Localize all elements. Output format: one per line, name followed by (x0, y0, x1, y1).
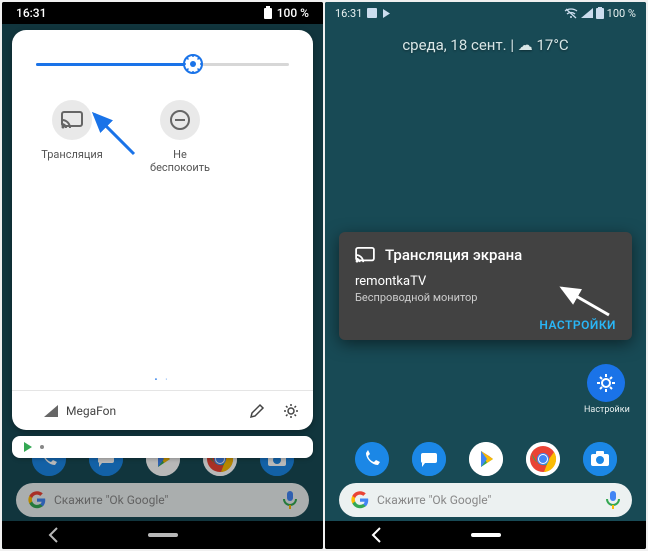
nav-back-icon[interactable] (45, 526, 63, 544)
home-settings-label: Настройки (584, 405, 630, 415)
play-store-small-icon (22, 441, 34, 453)
cast-settings-button[interactable]: НАСТРОЙКИ (539, 318, 616, 332)
status-bar: 16:31 100 % (2, 2, 323, 24)
app-phone[interactable] (355, 442, 389, 476)
cast-device-name: remontkaTV (355, 274, 616, 289)
brightness-icon (183, 54, 203, 74)
dateline: среда, 18 сент. | ☁ 17°C (325, 36, 646, 54)
battery-icon (263, 6, 273, 20)
google-search-bar[interactable]: Скажите "Ok Google" (339, 483, 632, 517)
gear-icon (596, 373, 616, 393)
edit-icon[interactable] (249, 403, 265, 419)
qs-footer: MegaFon (12, 390, 313, 430)
app-chrome[interactable] (526, 442, 560, 476)
status-time: 16:31 (335, 7, 362, 20)
signal-icon (581, 8, 593, 18)
cast-device-item[interactable]: remontkaTV Беспроводной монитор (355, 274, 616, 304)
mic-icon[interactable] (606, 491, 620, 509)
wifi-off-icon (564, 8, 578, 19)
quick-settings-panel: Трансляция Не беспокоить • · MegaFon (12, 30, 313, 430)
nav-home-icon[interactable] (471, 531, 501, 539)
cast-dialog-title: Трансляция экрана (385, 246, 522, 264)
battery-percent: 100 % (277, 6, 309, 20)
qs-tile-label: Трансляция (40, 148, 104, 161)
app-messages[interactable] (412, 442, 446, 476)
phone-right: 16:31 100 % среда, 18 сент. | ☁ 17°C Тра… (325, 2, 646, 549)
qs-tile-label: Не беспокоить (148, 148, 212, 174)
play-small-icon (382, 9, 391, 18)
brightness-slider[interactable] (36, 52, 289, 78)
cast-icon (355, 247, 375, 263)
signal-icon (44, 405, 58, 417)
search-placeholder: Скажите "Ok Google" (54, 493, 168, 507)
sd-icon (367, 8, 377, 18)
dnd-icon (169, 109, 191, 131)
app-camera[interactable] (583, 442, 617, 476)
gear-icon[interactable] (283, 403, 299, 419)
qs-tile-cast[interactable]: Трансляция (40, 100, 104, 174)
phone-left: 16:31 100 % Скажите "Ok Google" Т (2, 2, 323, 549)
mic-icon[interactable] (283, 491, 297, 509)
search-placeholder: Скажите "Ok Google" (377, 493, 491, 507)
google-logo-icon (351, 491, 369, 509)
qs-tile-dnd[interactable]: Не беспокоить (148, 100, 212, 174)
google-search-bar[interactable]: Скажите "Ok Google" (16, 483, 309, 517)
home-settings-shortcut[interactable]: Настройки (584, 364, 628, 415)
app-play-store[interactable] (469, 442, 503, 476)
google-logo-icon (28, 491, 46, 509)
page-indicator: • · (12, 375, 313, 384)
status-bar: 16:31 100 % (325, 2, 646, 24)
dock (325, 439, 646, 479)
carrier-label: MegaFon (66, 404, 116, 418)
nav-bar (325, 521, 646, 549)
nav-bar (2, 521, 323, 549)
cast-icon (61, 111, 83, 129)
notification-peek[interactable] (12, 436, 313, 458)
battery-icon (596, 7, 604, 19)
status-time: 16:31 (16, 6, 46, 20)
cast-dialog: Трансляция экрана remontkaTV Беспроводно… (339, 232, 632, 340)
cast-device-subtitle: Беспроводной монитор (355, 291, 616, 304)
battery-percent: 100 % (607, 7, 636, 20)
nav-home-icon[interactable] (148, 531, 178, 539)
nav-back-icon[interactable] (368, 526, 386, 544)
